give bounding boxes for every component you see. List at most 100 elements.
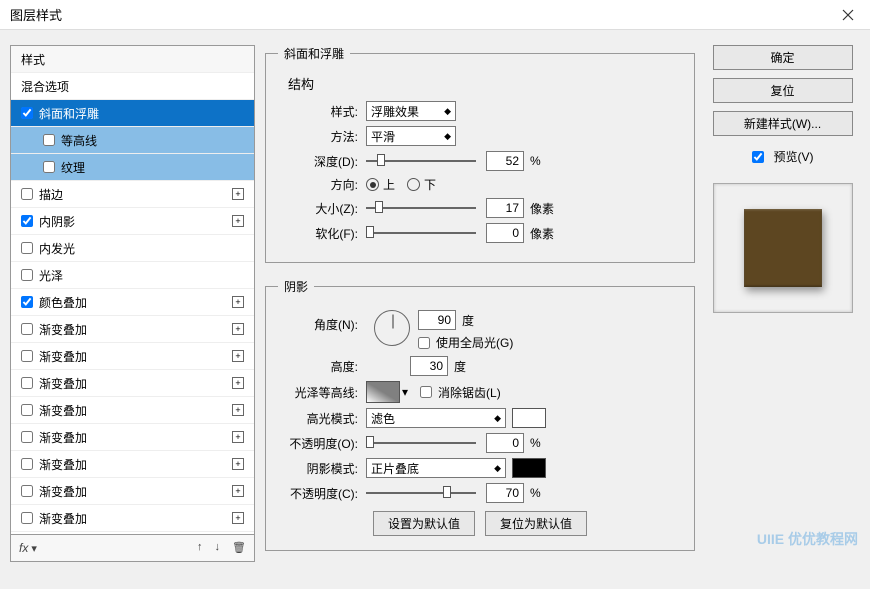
plus-icon[interactable]: +: [232, 458, 244, 470]
gradient-checkbox[interactable]: [21, 512, 33, 524]
new-style-button[interactable]: 新建样式(W)...: [713, 111, 853, 136]
make-default-button[interactable]: 设置为默认值: [373, 511, 475, 536]
gradient-checkbox[interactable]: [21, 350, 33, 362]
sidebar-item-label: 渐变叠加: [39, 456, 87, 473]
cancel-button[interactable]: 复位: [713, 78, 853, 103]
soften-input[interactable]: [486, 223, 524, 243]
sidebar-item-gradient-overlay[interactable]: 渐变叠加+: [11, 316, 254, 343]
inner-shadow-checkbox[interactable]: [21, 215, 33, 227]
chevron-down-icon: ◆: [444, 131, 451, 142]
shadow-opacity-slider[interactable]: [366, 486, 476, 500]
plus-icon[interactable]: +: [232, 404, 244, 416]
sidebar-item-gradient-overlay[interactable]: 渐变叠加+: [11, 343, 254, 370]
sidebar-item-gradient-overlay[interactable]: 渐变叠加+: [11, 424, 254, 451]
depth-unit: %: [530, 154, 541, 168]
global-light-checkbox[interactable]: [418, 337, 430, 349]
texture-checkbox[interactable]: [43, 161, 55, 173]
sidebar-item-texture[interactable]: 纹理: [11, 154, 254, 181]
depth-label: 深度(D):: [278, 153, 358, 170]
ok-button[interactable]: 确定: [713, 45, 853, 70]
chevron-down-icon[interactable]: ▾: [402, 385, 408, 399]
plus-icon[interactable]: +: [232, 215, 244, 227]
plus-icon[interactable]: +: [232, 431, 244, 443]
sidebar-item-gradient-overlay[interactable]: 渐变叠加+: [11, 478, 254, 505]
inner-glow-checkbox[interactable]: [21, 242, 33, 254]
move-down-icon[interactable]: ↓: [215, 541, 221, 555]
move-up-icon[interactable]: ↑: [197, 541, 203, 555]
preview-checkbox[interactable]: [752, 151, 764, 163]
plus-icon[interactable]: +: [232, 350, 244, 362]
sidebar-item-gradient-overlay[interactable]: 渐变叠加+: [11, 505, 254, 532]
gradient-checkbox[interactable]: [21, 458, 33, 470]
sidebar-item-bevel[interactable]: 斜面和浮雕: [11, 100, 254, 127]
color-overlay-checkbox[interactable]: [21, 296, 33, 308]
angle-dial[interactable]: [374, 310, 410, 346]
sidebar-item-gradient-overlay[interactable]: 渐变叠加 +: [11, 397, 254, 424]
blend-options[interactable]: 混合选项: [11, 73, 254, 100]
highlight-opacity-input[interactable]: [486, 433, 524, 453]
size-slider[interactable]: [366, 201, 476, 215]
antialias-label: 消除锯齿(L): [438, 384, 501, 401]
sidebar-item-label: 描边: [39, 186, 63, 203]
sidebar-item-label: 渐变叠加: [39, 402, 87, 419]
style-combo[interactable]: 浮雕效果◆: [366, 101, 456, 121]
sidebar-item-satin[interactable]: 光泽: [11, 262, 254, 289]
shadow-mode-label: 阴影模式:: [278, 460, 358, 477]
size-input[interactable]: [486, 198, 524, 218]
shadow-color-swatch[interactable]: [512, 458, 546, 478]
highlight-color-swatch[interactable]: [512, 408, 546, 428]
gradient-checkbox[interactable]: [21, 323, 33, 335]
styles-header[interactable]: 样式: [11, 46, 254, 73]
plus-icon[interactable]: +: [232, 485, 244, 497]
gradient-checkbox[interactable]: [21, 485, 33, 497]
gradient-checkbox[interactable]: [21, 404, 33, 416]
sidebar-item-gradient-overlay[interactable]: 渐变叠加+: [11, 370, 254, 397]
trash-icon[interactable]: 🗑: [232, 541, 246, 555]
depth-slider[interactable]: [366, 154, 476, 168]
highlight-mode-label: 高光模式:: [278, 410, 358, 427]
angle-input[interactable]: [418, 310, 456, 330]
technique-combo[interactable]: 平滑◆: [366, 126, 456, 146]
plus-icon[interactable]: +: [232, 512, 244, 524]
reset-default-button[interactable]: 复位为默认值: [485, 511, 587, 536]
technique-label: 方法:: [278, 128, 358, 145]
stroke-checkbox[interactable]: [21, 188, 33, 200]
shadow-mode-combo[interactable]: 正片叠底◆: [366, 458, 506, 478]
highlight-mode-combo[interactable]: 滤色◆: [366, 408, 506, 428]
altitude-input[interactable]: [410, 356, 448, 376]
plus-icon[interactable]: +: [232, 296, 244, 308]
gradient-checkbox[interactable]: [21, 431, 33, 443]
direction-down-radio[interactable]: 下: [407, 176, 436, 193]
gloss-contour-picker[interactable]: [366, 381, 400, 403]
antialias-checkbox[interactable]: [420, 386, 432, 398]
sidebar-item-stroke[interactable]: 描边 +: [11, 181, 254, 208]
preview-label: 预览(V): [774, 148, 814, 165]
plus-icon[interactable]: +: [232, 377, 244, 389]
soften-label: 软化(F):: [278, 225, 358, 242]
sidebar-item-inner-shadow[interactable]: 内阴影 +: [11, 208, 254, 235]
sidebar-item-color-overlay[interactable]: 颜色叠加 +: [11, 289, 254, 316]
bevel-checkbox[interactable]: [21, 107, 33, 119]
sidebar-item-contour[interactable]: 等高线: [11, 127, 254, 154]
window-title: 图层样式: [10, 5, 62, 24]
sidebar-item-gradient-overlay[interactable]: 渐变叠加 +: [11, 451, 254, 478]
contour-checkbox[interactable]: [43, 134, 55, 146]
close-button[interactable]: [825, 0, 870, 30]
bevel-legend: 斜面和浮雕: [278, 45, 350, 62]
direction-up-radio[interactable]: 上: [366, 176, 395, 193]
satin-checkbox[interactable]: [21, 269, 33, 281]
highlight-opacity-slider[interactable]: [366, 436, 476, 450]
fx-menu-button[interactable]: fx ▾: [19, 541, 37, 555]
soften-slider[interactable]: [366, 226, 476, 240]
sidebar-item-inner-glow[interactable]: 内发光: [11, 235, 254, 262]
close-icon: [842, 9, 854, 21]
depth-input[interactable]: [486, 151, 524, 171]
plus-icon[interactable]: +: [232, 188, 244, 200]
sidebar-item-label: 颜色叠加: [39, 294, 87, 311]
chevron-down-icon: ◆: [444, 106, 451, 117]
watermark: UIIE 优优教程网: [757, 529, 858, 549]
gradient-checkbox[interactable]: [21, 377, 33, 389]
shading-group: 阴影 角度(N): 度 使用全局光(G) 高度: 度 光泽等高线: ▾ 消除锯齿…: [265, 278, 695, 551]
plus-icon[interactable]: +: [232, 323, 244, 335]
shadow-opacity-input[interactable]: [486, 483, 524, 503]
